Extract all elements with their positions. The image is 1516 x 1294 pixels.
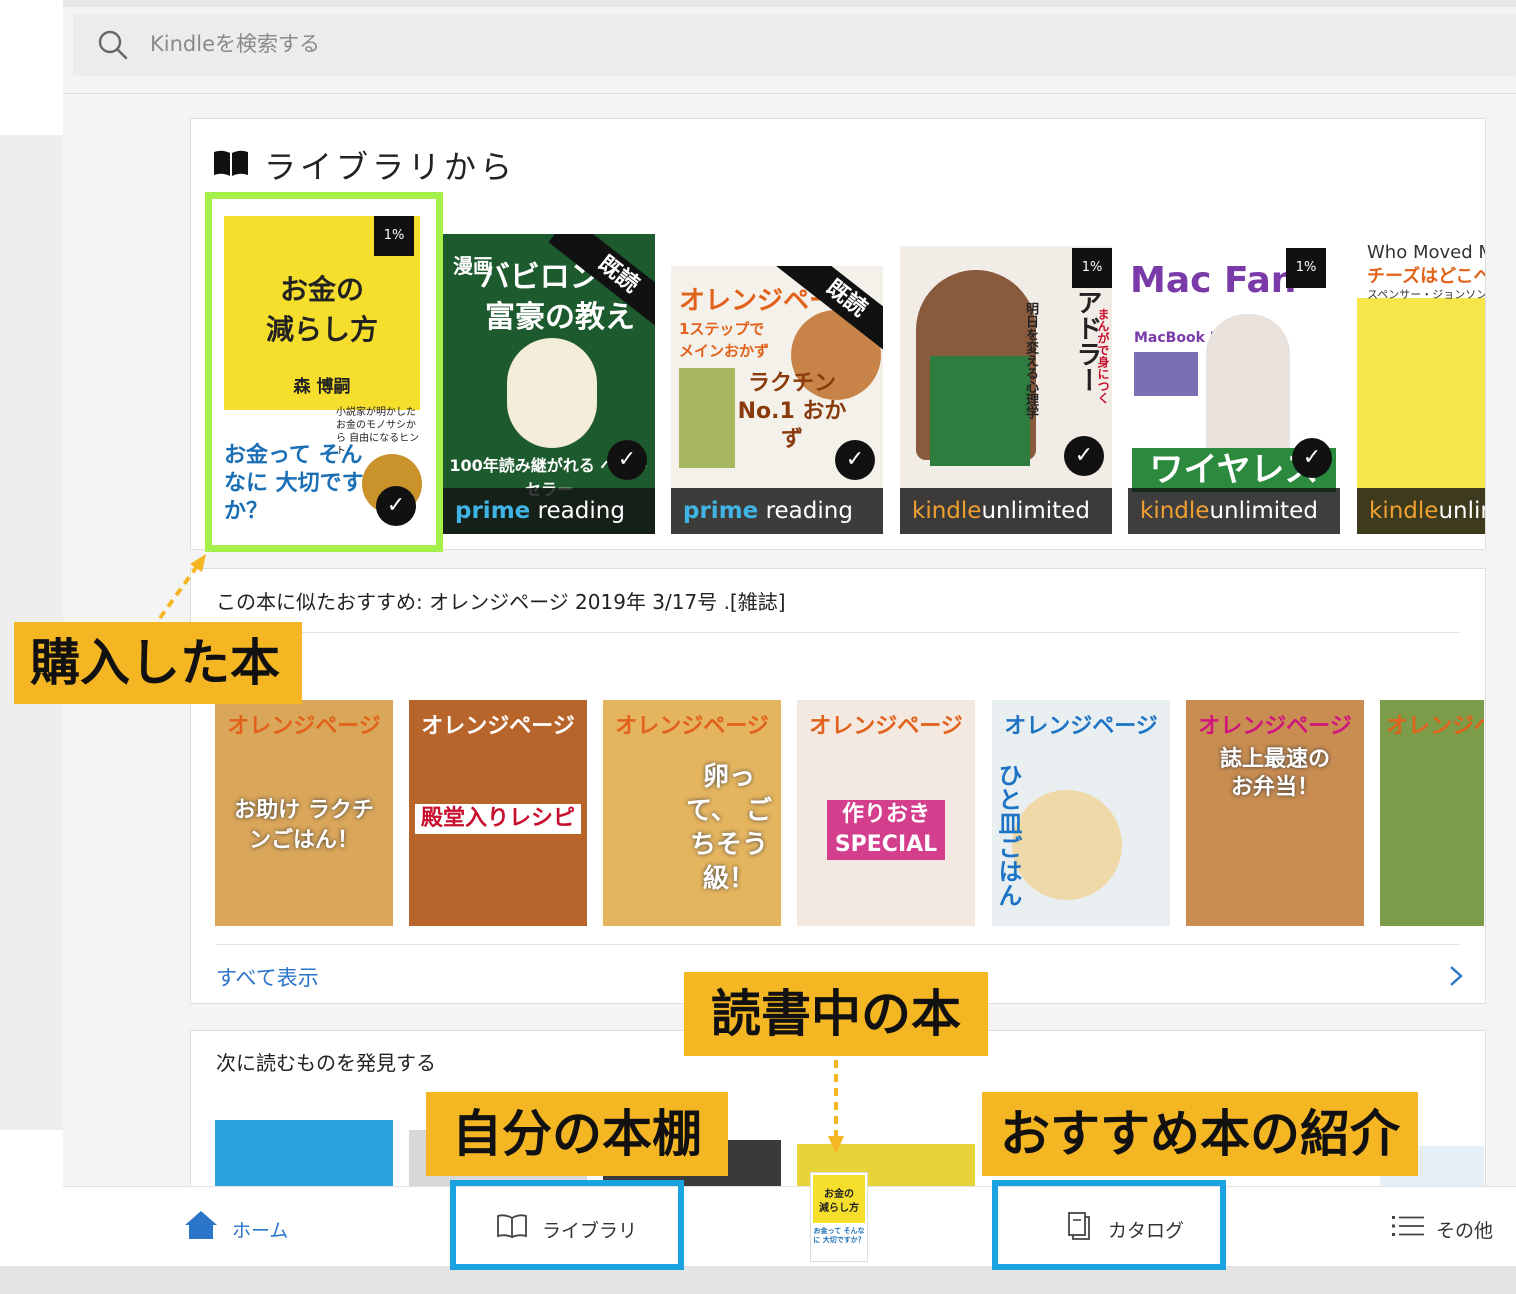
magazine-headline: 卵って、 ごちそう級！ [686, 762, 772, 894]
divider [216, 944, 1460, 945]
kindle-unlimited-banner: kindleunlimit [1357, 488, 1485, 534]
recommended-book[interactable]: オレンジページ お助け ラクチンごはん！ [215, 700, 393, 926]
book-title: Mac Fan [1130, 260, 1297, 301]
downloaded-check-icon: ✓ [1292, 438, 1332, 478]
search-input[interactable]: Kindleを検索する [150, 28, 320, 58]
callout-my-bookshelf: 自分の本棚 [426, 1092, 728, 1176]
bottom-edge [0, 1266, 1516, 1294]
magazine-headline: 誌上最速の お弁当！ [1219, 747, 1330, 800]
nav-more[interactable]: その他 [1436, 1216, 1493, 1243]
book-photo [1012, 790, 1122, 900]
callout-arrow [828, 1060, 844, 1154]
book-feature: チーズはどこへ [1367, 266, 1485, 287]
library-book[interactable]: アドラー まんがで身につく 明日を変える心理学 1% ✓ kindleunlim… [900, 246, 1112, 534]
magazine-headline: ひと皿ごはん [994, 763, 1022, 907]
recommended-book[interactable]: オレンジページ 卵って、 ごちそう級！ [603, 700, 781, 926]
highlight-purchased-book [205, 192, 443, 552]
recommended-book[interactable]: オレンジページ 誌上最速の お弁当！ [1186, 700, 1364, 926]
current-book-thumbnail[interactable]: お金の 減らし方 お金って そんなに 大切ですか？ [810, 1172, 868, 1262]
magazine-title: オレンジページ [1386, 714, 1484, 739]
book-feature: 明日を変える心理学 [1023, 301, 1038, 419]
book-photo [679, 368, 735, 468]
downloaded-check-icon: ✓ [835, 440, 875, 480]
highlight-catalog-tab [992, 1180, 1226, 1270]
prime-reading-banner: prime reading [671, 488, 883, 534]
magazine-title: オレンジページ [421, 714, 575, 739]
prime-reading-banner: prime reading [443, 488, 655, 534]
book-feature: 1ステップで メインおかず [679, 320, 770, 360]
downloaded-check-icon: ✓ [607, 440, 647, 480]
callout-purchased-book: 購入した本 [14, 622, 302, 704]
callout-recommendations: おすすめ本の紹介 [982, 1092, 1418, 1176]
magazine-headline: 殿堂入りレシピ [415, 804, 581, 834]
book-illustration [930, 356, 1030, 466]
book-feature: スペンサー・ジョンソン [1367, 288, 1485, 301]
progress-badge: 1% [1072, 248, 1112, 288]
current-book-title: 減らし方 [819, 1203, 859, 1214]
recommended-book[interactable]: オレンジページ 殿堂入りレシピ [409, 700, 587, 926]
magazine-title: オレンジページ [615, 714, 769, 739]
book-photo [1206, 314, 1290, 464]
menu-list-icon[interactable] [1392, 1214, 1424, 1238]
magazine-headline: お助け ラクチンごはん！ [234, 798, 374, 853]
book-title: Who Moved M [1367, 242, 1485, 263]
recommendation-title: この本に似たおすすめ: オレンジページ 2019年 3/17号 .[雑誌] [216, 590, 786, 614]
progress-badge: 1% [1286, 248, 1326, 288]
downloaded-check-icon: ✓ [1064, 436, 1104, 476]
magazine-title: オレンジページ [1004, 714, 1158, 739]
magazine-title: オレンジページ [809, 714, 963, 739]
chevron-right-icon[interactable] [1446, 964, 1466, 988]
callout-reading-book: 読書中の本 [684, 972, 988, 1056]
recommended-book[interactable]: オレンジページ [1380, 700, 1484, 926]
search-divider [63, 93, 1516, 94]
library-section-title: ライブラリから [264, 148, 517, 186]
book-photo [1134, 352, 1198, 396]
kindle-unlimited-banner: kindleunlimited [900, 488, 1112, 534]
kindle-unlimited-banner: kindleunlimited [1128, 488, 1340, 534]
book-feature: まんがで身につく [1096, 308, 1110, 404]
library-book[interactable]: Who Moved M チーズはどこへ スペンサー・ジョンソン kindleun… [1357, 238, 1485, 534]
open-book-icon [214, 150, 248, 176]
current-book-tagline: お金って そんなに 大切ですか？ [813, 1227, 865, 1244]
magazine-headline: 作りおき SPECIAL [827, 800, 945, 860]
discover-book[interactable] [215, 1120, 393, 1190]
magazine-title: オレンジページ [227, 714, 381, 739]
discover-title: 次に読むものを発見する [216, 1051, 436, 1075]
magazine-title: オレンジページ [1198, 714, 1352, 739]
callout-arrow [158, 554, 206, 620]
nav-home[interactable]: ホーム [232, 1216, 288, 1243]
recommended-book[interactable]: オレンジページ 作りおき SPECIAL [797, 700, 975, 926]
top-edge [0, 0, 1516, 7]
book-illustration [507, 338, 597, 448]
highlight-library-tab [450, 1180, 684, 1270]
current-book-title: お金の [824, 1189, 854, 1200]
recommended-book[interactable]: オレンジページ ひと皿ごはん [992, 700, 1170, 926]
library-book[interactable]: 漫画 バビロン 大富豪の教え 100年読み継がれる ベストセラー 既読 ✓ pr… [443, 234, 655, 534]
library-book[interactable]: オレンジページ 1ステップで メインおかず ラクチン No.1 おかず 既読 ✓… [671, 266, 883, 534]
library-book[interactable]: Mac Fan MacBook Pro ワイヤレス 1% ✓ kindleunl… [1128, 248, 1340, 534]
home-icon[interactable] [184, 1210, 218, 1240]
book-feature: ラクチン No.1 おかず [737, 371, 847, 452]
divider [216, 632, 1460, 633]
search-icon[interactable] [98, 30, 128, 60]
show-all-link[interactable]: すべて表示 [216, 962, 319, 992]
